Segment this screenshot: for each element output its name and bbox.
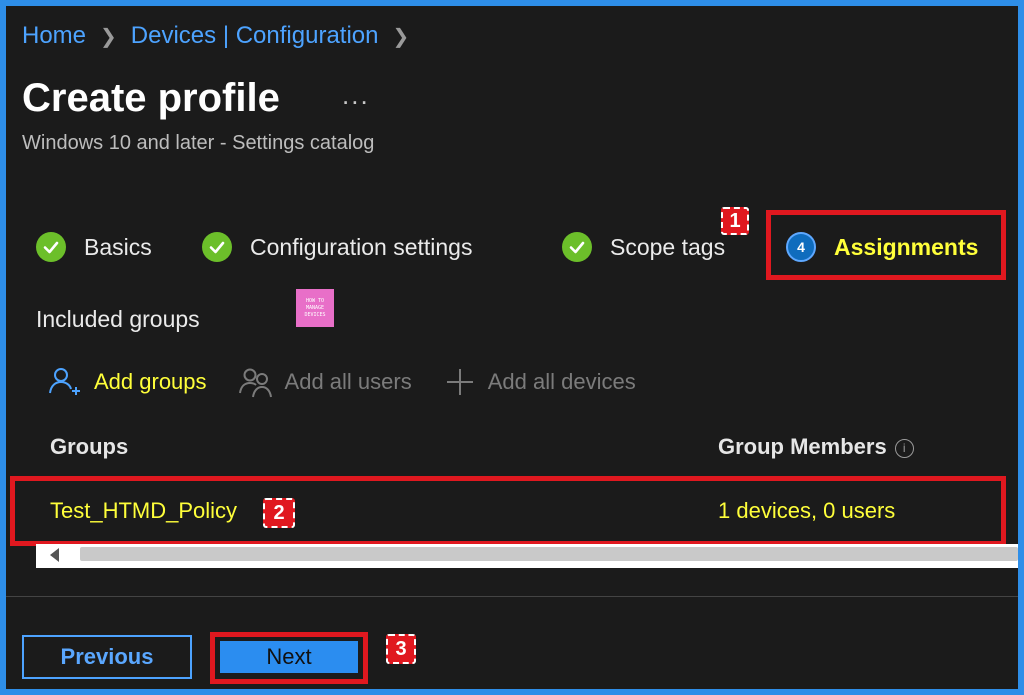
checkmark-icon (202, 232, 232, 262)
previous-button[interactable]: Previous (22, 635, 192, 679)
page-subtitle: Windows 10 and later - Settings catalog (22, 132, 375, 154)
breadcrumb: Home ❯ Devices | Configuration ❯ (22, 22, 409, 50)
add-person-icon (49, 368, 80, 395)
annotation-badge-3: 3 (386, 634, 416, 664)
column-header-groups[interactable]: Groups (50, 434, 128, 460)
chevron-right-icon: ❯ (100, 25, 117, 48)
tab-basics[interactable]: Basics (36, 225, 152, 269)
add-all-devices-button[interactable]: Add all devices (444, 366, 636, 398)
next-highlight-box (210, 632, 368, 684)
page-title: Create profile (22, 76, 280, 120)
logo-line: HOW TO (305, 297, 325, 304)
logo-line: DEVICES (304, 311, 326, 318)
assignment-actions: Add groups Add all users Add all devices (48, 362, 668, 402)
add-all-devices-label: Add all devices (487, 369, 636, 394)
info-icon[interactable]: i (894, 438, 914, 458)
column-header-label: Group Members (718, 434, 887, 459)
add-all-users-label: Add all users (284, 369, 412, 394)
add-all-users-button[interactable]: Add all users (238, 365, 412, 399)
assignments-highlight-box (766, 210, 1006, 280)
chevron-right-icon: ❯ (392, 25, 410, 48)
checkmark-icon (562, 232, 592, 262)
annotation-badge-1: 1 (721, 207, 749, 235)
group-row-highlight-box (10, 476, 1006, 546)
step-label: Configuration settings (250, 233, 473, 260)
annotation-badge-2: 2 (263, 498, 295, 528)
breadcrumb-devices-link[interactable]: Devices | Configuration (131, 22, 379, 50)
checkmark-icon (36, 232, 66, 262)
logo-line: MANAGE (305, 304, 325, 311)
horizontal-scrollbar[interactable] (36, 544, 1018, 568)
breadcrumb-home-link[interactable]: Home (22, 22, 86, 50)
step-label: Scope tags (610, 233, 726, 260)
step-label: Basics (84, 233, 152, 260)
tab-configuration-settings[interactable]: Configuration settings (202, 225, 472, 269)
tab-scope-tags[interactable]: Scope tags (562, 225, 725, 269)
scrollbar-thumb[interactable] (80, 547, 1018, 561)
column-header-group-members[interactable]: Group Members i (718, 434, 914, 460)
users-icon (238, 368, 272, 398)
included-groups-heading: Included groups (36, 306, 200, 332)
footer-divider (6, 596, 1018, 597)
more-options-icon[interactable]: ... (342, 80, 370, 111)
add-groups-button[interactable]: Add groups (48, 365, 207, 399)
htmd-logo: HOW TO MANAGE DEVICES (296, 289, 334, 327)
plus-icon (446, 369, 473, 395)
add-groups-label: Add groups (94, 369, 207, 394)
scroll-left-icon[interactable] (50, 548, 59, 562)
